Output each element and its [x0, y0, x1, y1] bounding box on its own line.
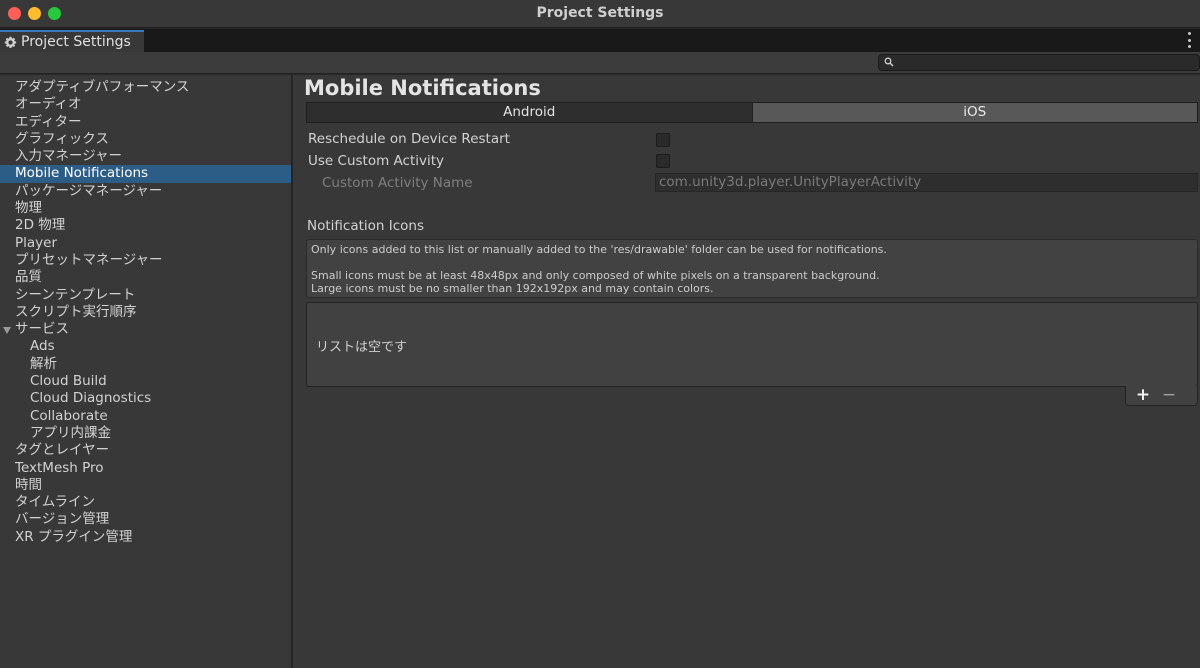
title-bar: Project Settings: [0, 0, 1200, 28]
custom-activity-checkbox[interactable]: [656, 154, 670, 168]
tab-ios[interactable]: iOS: [752, 103, 1197, 122]
toolbar: [0, 52, 1200, 74]
platform-tabs: Android iOS: [306, 102, 1198, 123]
sidebar-item-preset-manager[interactable]: プリセットマネージャー: [0, 252, 291, 269]
reschedule-label: Reschedule on Device Restart: [308, 131, 510, 147]
search-icon: [884, 57, 894, 67]
help-box: Only icons added to this list or manuall…: [306, 239, 1198, 298]
help-text: Large icons must be no smaller than 192x…: [311, 282, 714, 295]
sidebar-item-mobile-notifications[interactable]: Mobile Notifications: [0, 165, 291, 183]
sidebar-item-time[interactable]: 時間: [0, 477, 291, 494]
sidebar-item-player[interactable]: Player: [0, 235, 291, 252]
sidebar-item-timeline[interactable]: タイムライン: [0, 494, 291, 511]
expand-caret-icon[interactable]: [3, 327, 11, 335]
sidebar-item-textmesh-pro[interactable]: TextMesh Pro: [0, 460, 291, 477]
page-title: Mobile Notifications: [304, 76, 541, 100]
custom-activity-name-label: Custom Activity Name: [322, 175, 473, 191]
settings-sidebar: アダプティブパフォーマンス オーディオ エディター グラフィックス 入力マネージ…: [0, 75, 292, 668]
notification-icons-list[interactable]: リストは空です: [306, 302, 1198, 387]
sidebar-item-script-execution-order[interactable]: スクリプト実行順序: [0, 304, 291, 321]
sidebar-item-cloud-diagnostics[interactable]: Cloud Diagnostics: [0, 390, 291, 407]
sidebar-item-in-app-purchasing[interactable]: アプリ内課金: [0, 425, 291, 442]
search-input[interactable]: [878, 54, 1200, 71]
custom-activity-name-field[interactable]: com.unity3d.player.UnityPlayerActivity: [655, 173, 1198, 192]
tab-project-settings[interactable]: Project Settings: [0, 30, 144, 52]
add-item-button[interactable]: +: [1133, 386, 1153, 404]
sidebar-item-tags-and-layers[interactable]: タグとレイヤー: [0, 442, 291, 459]
gear-icon: [4, 36, 17, 48]
sidebar-item-analytics[interactable]: 解析: [0, 356, 291, 373]
sidebar-item-package-manager[interactable]: パッケージマネージャー: [0, 183, 291, 200]
tab-bar: Project Settings: [0, 29, 1200, 52]
help-text: Only icons added to this list or manuall…: [311, 243, 887, 256]
sidebar-item-label: サービス: [15, 321, 69, 338]
sidebar-item-version-control[interactable]: バージョン管理: [0, 511, 291, 528]
sidebar-item-scene-template[interactable]: シーンテンプレート: [0, 287, 291, 304]
sidebar-item-input-manager[interactable]: 入力マネージャー: [0, 148, 291, 165]
tab-label: Project Settings: [21, 34, 131, 50]
list-footer: + −: [1125, 386, 1198, 406]
window-title: Project Settings: [536, 5, 664, 21]
sidebar-item-physics-2d[interactable]: 2D 物理: [0, 217, 291, 234]
custom-activity-label: Use Custom Activity: [308, 153, 445, 169]
sidebar-item-audio[interactable]: オーディオ: [0, 96, 291, 113]
tab-android[interactable]: Android: [307, 103, 753, 122]
sidebar-item-xr-plugin-management[interactable]: XR プラグイン管理: [0, 529, 291, 546]
remove-item-button[interactable]: −: [1159, 386, 1179, 404]
settings-panel: Mobile Notifications Android iOS Resched…: [293, 75, 1200, 668]
sidebar-item-graphics[interactable]: グラフィックス: [0, 131, 291, 148]
list-empty-text: リストは空です: [316, 340, 408, 355]
sidebar-item-physics[interactable]: 物理: [0, 200, 291, 217]
reschedule-checkbox[interactable]: [656, 133, 670, 147]
sidebar-item-services[interactable]: サービス: [0, 321, 291, 338]
help-text: Small icons must be at least 48x48px and…: [311, 269, 880, 282]
sidebar-item-editor[interactable]: エディター: [0, 114, 291, 131]
sidebar-item-ads[interactable]: Ads: [0, 338, 291, 355]
more-options-icon[interactable]: [1186, 32, 1192, 48]
sidebar-item-adaptive-performance[interactable]: アダプティブパフォーマンス: [0, 79, 291, 96]
sidebar-item-quality[interactable]: 品質: [0, 269, 291, 286]
sidebar-item-cloud-build[interactable]: Cloud Build: [0, 373, 291, 390]
sidebar-item-collaborate[interactable]: Collaborate: [0, 408, 291, 425]
notification-icons-label: Notification Icons: [307, 218, 425, 234]
